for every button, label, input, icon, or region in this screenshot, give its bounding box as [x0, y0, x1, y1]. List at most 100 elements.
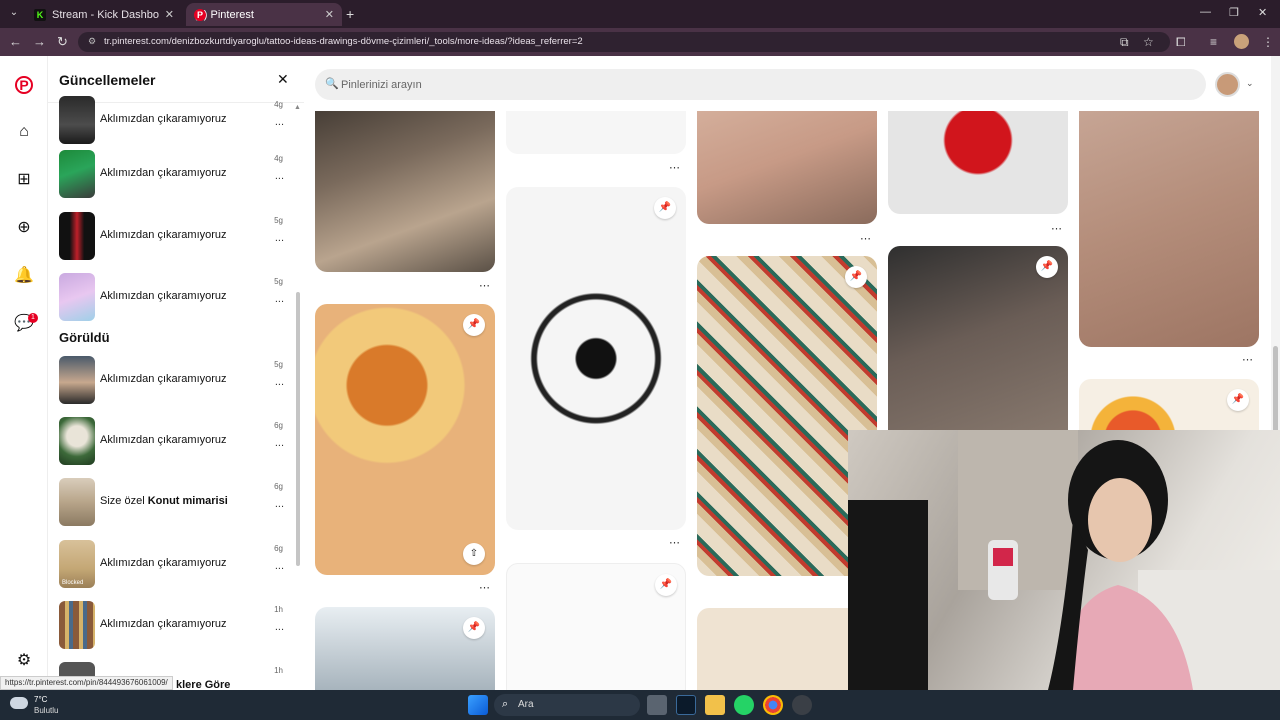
- more-options-icon[interactable]: ...: [275, 116, 284, 128]
- chevron-down-icon[interactable]: ⌄: [1246, 78, 1254, 89]
- scroll-up-icon[interactable]: ▲: [294, 104, 301, 111]
- site-info-icon[interactable]: ⚙: [88, 36, 96, 47]
- tab-search-icon[interactable]: ⌄: [6, 5, 22, 21]
- chrome-icon[interactable]: [763, 695, 783, 715]
- notification-text-prefix: Size özel: [100, 495, 148, 507]
- notification-text: Aklımızdan çıkaramıyoruz: [100, 167, 227, 179]
- install-app-icon[interactable]: ⧉: [1120, 35, 1129, 50]
- pin-more-icon[interactable]: ⋯: [479, 581, 490, 594]
- panel-scrollbar[interactable]: [296, 292, 300, 566]
- browser-menu-icon[interactable]: ⋮: [1262, 35, 1274, 49]
- bookmark-star-icon[interactable]: ☆: [1143, 35, 1154, 49]
- pin-card[interactable]: 📌: [888, 246, 1068, 446]
- notification-item[interactable]: Aklımızdan çıkaramıyoruz 1h ...: [59, 601, 291, 649]
- save-pin-icon[interactable]: 📌: [845, 266, 867, 288]
- notification-item[interactable]: Aklımızdan çıkaramıyoruz 5g ...: [59, 212, 291, 260]
- steam-icon[interactable]: [676, 695, 696, 715]
- pin-card[interactable]: 📌: [315, 607, 495, 690]
- notification-thumbnail: [59, 96, 95, 144]
- share-icon[interactable]: ⇧: [463, 543, 485, 565]
- pin-card[interactable]: 📌: [506, 563, 686, 690]
- extensions-icon[interactable]: ⧠: [1176, 35, 1186, 50]
- obs-icon[interactable]: [792, 695, 812, 715]
- more-options-icon[interactable]: ...: [275, 621, 284, 633]
- more-options-icon[interactable]: ...: [275, 437, 284, 449]
- notification-time: 6g: [274, 421, 283, 430]
- tab-kick-dashboard[interactable]: K Stream - Kick Dashboard ✕: [26, 3, 182, 26]
- notification-item[interactable]: Aklımızdan çıkaramıyoruz 5g ...: [59, 273, 291, 321]
- notification-item[interactable]: Aklımızdan çıkaramıyoruz 4g ...: [59, 96, 291, 144]
- search-icon: 🔍: [325, 78, 339, 90]
- section-title-seen: Görüldü: [59, 330, 110, 345]
- more-options-icon[interactable]: ...: [275, 498, 284, 510]
- pin-more-icon[interactable]: ⋯: [479, 279, 490, 292]
- pinterest-logo-icon[interactable]: P: [15, 76, 33, 94]
- pin-card[interactable]: [888, 111, 1068, 214]
- forward-icon[interactable]: →: [33, 34, 46, 49]
- task-view-icon[interactable]: [647, 695, 667, 715]
- notification-item[interactable]: Aklımızdan çıkaramıyoruz 6g ...: [59, 417, 291, 465]
- notification-thumbnail: Blocked: [59, 540, 95, 588]
- pin-card[interactable]: 📌 ⇧: [315, 304, 495, 575]
- whatsapp-icon[interactable]: [734, 695, 754, 715]
- pin-card[interactable]: [697, 111, 877, 224]
- pinterest-nav-rail: P ⌂ ⊞ ⊕ 🔔 💬 1 ⚙: [0, 56, 48, 690]
- reload-icon[interactable]: ↻: [57, 34, 68, 50]
- pin-card[interactable]: [506, 111, 686, 154]
- create-icon[interactable]: ⊕: [14, 218, 34, 238]
- save-pin-icon[interactable]: 📌: [1227, 389, 1249, 411]
- browser-profile-avatar[interactable]: [1234, 34, 1249, 49]
- pinterest-favicon-icon: P: [194, 8, 206, 21]
- windows-start-icon[interactable]: [468, 695, 488, 715]
- save-pin-icon[interactable]: 📌: [463, 314, 485, 336]
- notification-item[interactable]: Aklımızdan çıkaramıyoruz 4g ...: [59, 150, 291, 198]
- save-pin-icon[interactable]: 📌: [655, 574, 677, 596]
- notification-time: 1h: [274, 666, 283, 675]
- more-options-icon[interactable]: ...: [275, 170, 284, 182]
- notification-text: Aklımızdan çıkaramıyoruz: [100, 557, 227, 569]
- more-options-icon[interactable]: ...: [275, 560, 284, 572]
- close-tab-icon[interactable]: ✕: [325, 8, 334, 21]
- close-window-icon[interactable]: ✕: [1258, 6, 1267, 19]
- save-pin-icon[interactable]: 📌: [654, 197, 676, 219]
- close-panel-icon[interactable]: ✕: [277, 71, 289, 88]
- user-avatar[interactable]: [1215, 72, 1240, 97]
- notification-item[interactable]: Blocked Aklımızdan çıkaramıyoruz 6g ...: [59, 540, 291, 588]
- notification-item[interactable]: Size özel Konut mimarisi 6g ...: [59, 478, 291, 526]
- pin-card[interactable]: [1079, 111, 1259, 347]
- more-options-icon[interactable]: ...: [275, 376, 284, 388]
- address-bar-row: ← → ↻ ⚙ tr.pinterest.com/denizbozkurtdiy…: [0, 28, 1280, 56]
- pin-card[interactable]: 📌: [506, 187, 686, 530]
- minimize-icon[interactable]: —: [1200, 6, 1211, 18]
- more-options-icon[interactable]: ...: [275, 232, 284, 244]
- notification-item[interactable]: Aklımızdan çıkaramıyoruz 5g ...: [59, 356, 291, 404]
- webcam-scene: [848, 430, 1280, 690]
- notification-time: 6g: [274, 482, 283, 491]
- updates-panel: Güncellemeler ✕ ▲ Aklımızdan çıkaramıyor…: [48, 56, 304, 690]
- new-tab-button[interactable]: +: [346, 6, 354, 22]
- pin-more-icon[interactable]: ⋯: [669, 536, 680, 549]
- pin-more-icon[interactable]: ⋯: [669, 161, 680, 174]
- file-explorer-icon[interactable]: [705, 695, 725, 715]
- taskbar-search[interactable]: ⌕ Ara: [494, 694, 640, 716]
- search-bar[interactable]: 🔍: [315, 69, 1206, 100]
- tab-pinterest[interactable]: P (1) Pinterest ✕: [186, 3, 342, 26]
- save-pin-icon[interactable]: 📌: [1036, 256, 1058, 278]
- pin-more-icon[interactable]: ⋯: [1051, 222, 1062, 235]
- explore-icon[interactable]: ⊞: [14, 170, 34, 190]
- back-icon[interactable]: ←: [9, 34, 22, 49]
- notification-thumbnail: [59, 356, 95, 404]
- pin-card[interactable]: [315, 111, 495, 272]
- search-input[interactable]: [341, 76, 1041, 94]
- save-pin-icon[interactable]: 📌: [463, 617, 485, 639]
- media-icon[interactable]: ≡: [1210, 35, 1217, 49]
- pin-more-icon[interactable]: ⋯: [860, 232, 871, 245]
- home-icon[interactable]: ⌂: [14, 122, 34, 142]
- restore-icon[interactable]: ❐: [1229, 6, 1239, 19]
- more-options-icon[interactable]: ...: [275, 293, 284, 305]
- settings-gear-icon[interactable]: ⚙: [14, 651, 34, 671]
- close-tab-icon[interactable]: ✕: [165, 8, 174, 21]
- notifications-bell-icon[interactable]: 🔔: [14, 266, 34, 286]
- pin-more-icon[interactable]: ⋯: [1242, 353, 1253, 366]
- url-bar[interactable]: ⚙ tr.pinterest.com/denizbozkurtdiyaroglu…: [78, 32, 1170, 52]
